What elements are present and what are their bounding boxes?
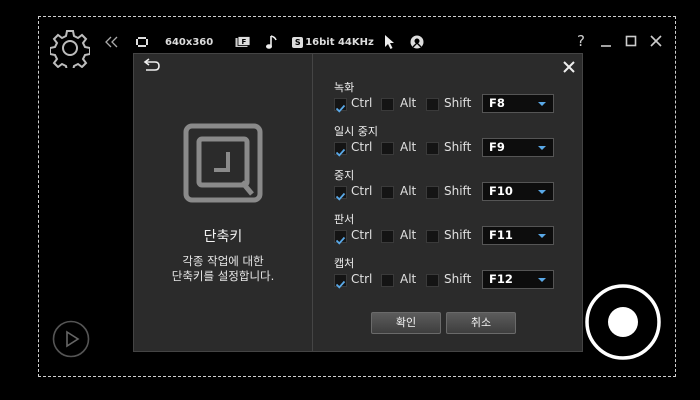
ctrl-label: Ctrl (351, 184, 373, 198)
ctrl-checkbox[interactable] (334, 186, 347, 201)
gear-icon[interactable] (49, 28, 91, 72)
ctrl-label: Ctrl (351, 228, 373, 242)
key-select[interactable]: F9 (482, 138, 554, 157)
ctrl-checkbox[interactable] (334, 98, 347, 113)
alt-checkbox[interactable] (381, 274, 394, 287)
alt-label: Alt (400, 184, 417, 198)
ctrl-label: Ctrl (351, 140, 373, 154)
shortcut-action-label: 캡처 (334, 257, 355, 270)
help-button[interactable]: ? (572, 32, 590, 50)
key-select[interactable]: F8 (482, 94, 554, 113)
chevron-down-icon (538, 234, 546, 238)
dialog-description: 각종 작업에 대한 단축키를 설정합니다. (171, 254, 275, 283)
double-chevron-left-icon[interactable] (105, 36, 119, 48)
audio-quality[interactable]: S 16bit 44KHz (292, 36, 374, 48)
cancel-button[interactable]: 취소 (446, 312, 516, 334)
chevron-down-icon (538, 278, 546, 282)
record-button[interactable] (585, 284, 661, 360)
shortcut-action-label: 중지 (334, 169, 355, 182)
play-icon (52, 320, 90, 358)
shift-label: Shift (444, 96, 472, 110)
play-button[interactable] (52, 320, 90, 358)
resolution-label[interactable]: 640x360 (165, 37, 213, 48)
alt-checkbox[interactable] (381, 98, 394, 111)
shift-label: Shift (444, 228, 472, 242)
ctrl-checkbox[interactable] (334, 142, 347, 157)
dialog-title: 단축키 (203, 229, 243, 245)
close-icon (650, 35, 662, 47)
key-select-value: F9 (489, 140, 505, 154)
alt-label: Alt (400, 96, 417, 110)
maximize-icon (625, 35, 637, 47)
shortcut-settings-dialog: 단축키 각종 작업에 대한 단축키를 설정합니다. 녹화 Ctrl Alt Shift… (133, 53, 583, 352)
key-select-value: F11 (489, 228, 513, 242)
shift-checkbox[interactable] (426, 186, 439, 199)
audio-format-label: 16bit 44KHz (305, 36, 374, 48)
alt-checkbox[interactable] (381, 186, 394, 199)
alt-checkbox[interactable] (381, 142, 394, 155)
ctrl-checkbox[interactable] (334, 230, 347, 245)
svg-text:F: F (242, 38, 247, 46)
shift-checkbox[interactable] (426, 274, 439, 287)
ctrl-checkbox[interactable] (334, 274, 347, 289)
record-icon (585, 284, 661, 360)
shift-label: Shift (444, 184, 472, 198)
alt-label: Alt (400, 228, 417, 242)
key-select[interactable]: F10 (482, 182, 554, 201)
shift-checkbox[interactable] (426, 98, 439, 111)
minimize-icon (601, 45, 611, 47)
maximize-button[interactable] (622, 32, 640, 50)
key-select-value: F8 (489, 96, 505, 110)
alt-label: Alt (400, 272, 417, 286)
back-arrow-icon[interactable] (140, 58, 162, 76)
dialog-close-button[interactable] (560, 58, 578, 76)
cursor-icon[interactable] (384, 34, 396, 50)
shortcut-action-label: 일시 중지 (334, 125, 378, 138)
s-badge-icon: S (292, 36, 304, 48)
chevron-down-icon (538, 146, 546, 150)
ok-button[interactable]: 확인 (371, 312, 441, 334)
ctrl-label: Ctrl (351, 272, 373, 286)
dialog-divider (312, 54, 313, 351)
keyboard-key-icon (182, 122, 266, 206)
minimize-button[interactable] (597, 32, 615, 50)
ctrl-label: Ctrl (351, 96, 373, 110)
close-icon (563, 61, 575, 73)
shift-checkbox[interactable] (426, 142, 439, 155)
shift-checkbox[interactable] (426, 230, 439, 243)
alt-checkbox[interactable] (381, 230, 394, 243)
top-toolbar: 640x360 F S 16bit 44KHz (105, 32, 440, 52)
webcam-icon[interactable] (410, 35, 424, 49)
shift-label: Shift (444, 272, 472, 286)
f-icon[interactable]: F (235, 36, 251, 48)
alt-label: Alt (400, 140, 417, 154)
shortcut-action-label: 판서 (334, 213, 355, 226)
music-note-icon[interactable] (266, 34, 278, 50)
shift-label: Shift (444, 140, 472, 154)
key-select[interactable]: F12 (482, 270, 554, 289)
shortcut-action-label: 녹화 (334, 81, 355, 94)
key-select-value: F10 (489, 184, 513, 198)
chevron-down-icon (538, 102, 546, 106)
chevron-down-icon (538, 190, 546, 194)
key-select-value: F12 (489, 272, 513, 286)
key-select[interactable]: F11 (482, 226, 554, 245)
film-icon[interactable] (135, 36, 149, 48)
window-close-button[interactable] (647, 32, 665, 50)
